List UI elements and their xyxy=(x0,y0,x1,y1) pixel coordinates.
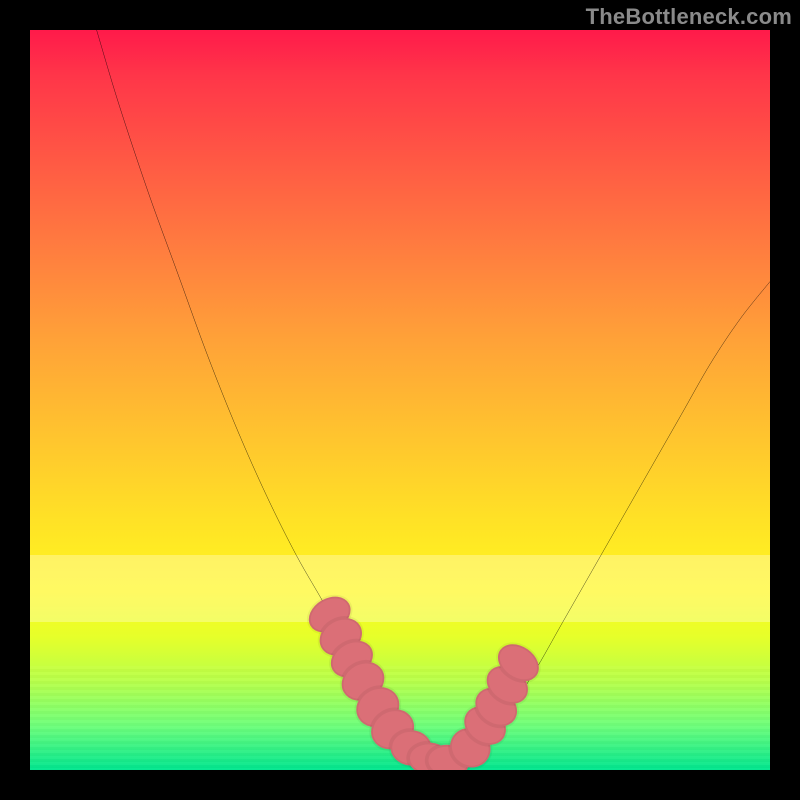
bottleneck-curve xyxy=(30,30,770,770)
curve-path xyxy=(97,30,770,764)
marker-group xyxy=(302,589,546,770)
plot-area xyxy=(30,30,770,770)
watermark: TheBottleneck.com xyxy=(586,4,792,30)
chart-frame: TheBottleneck.com xyxy=(0,0,800,800)
